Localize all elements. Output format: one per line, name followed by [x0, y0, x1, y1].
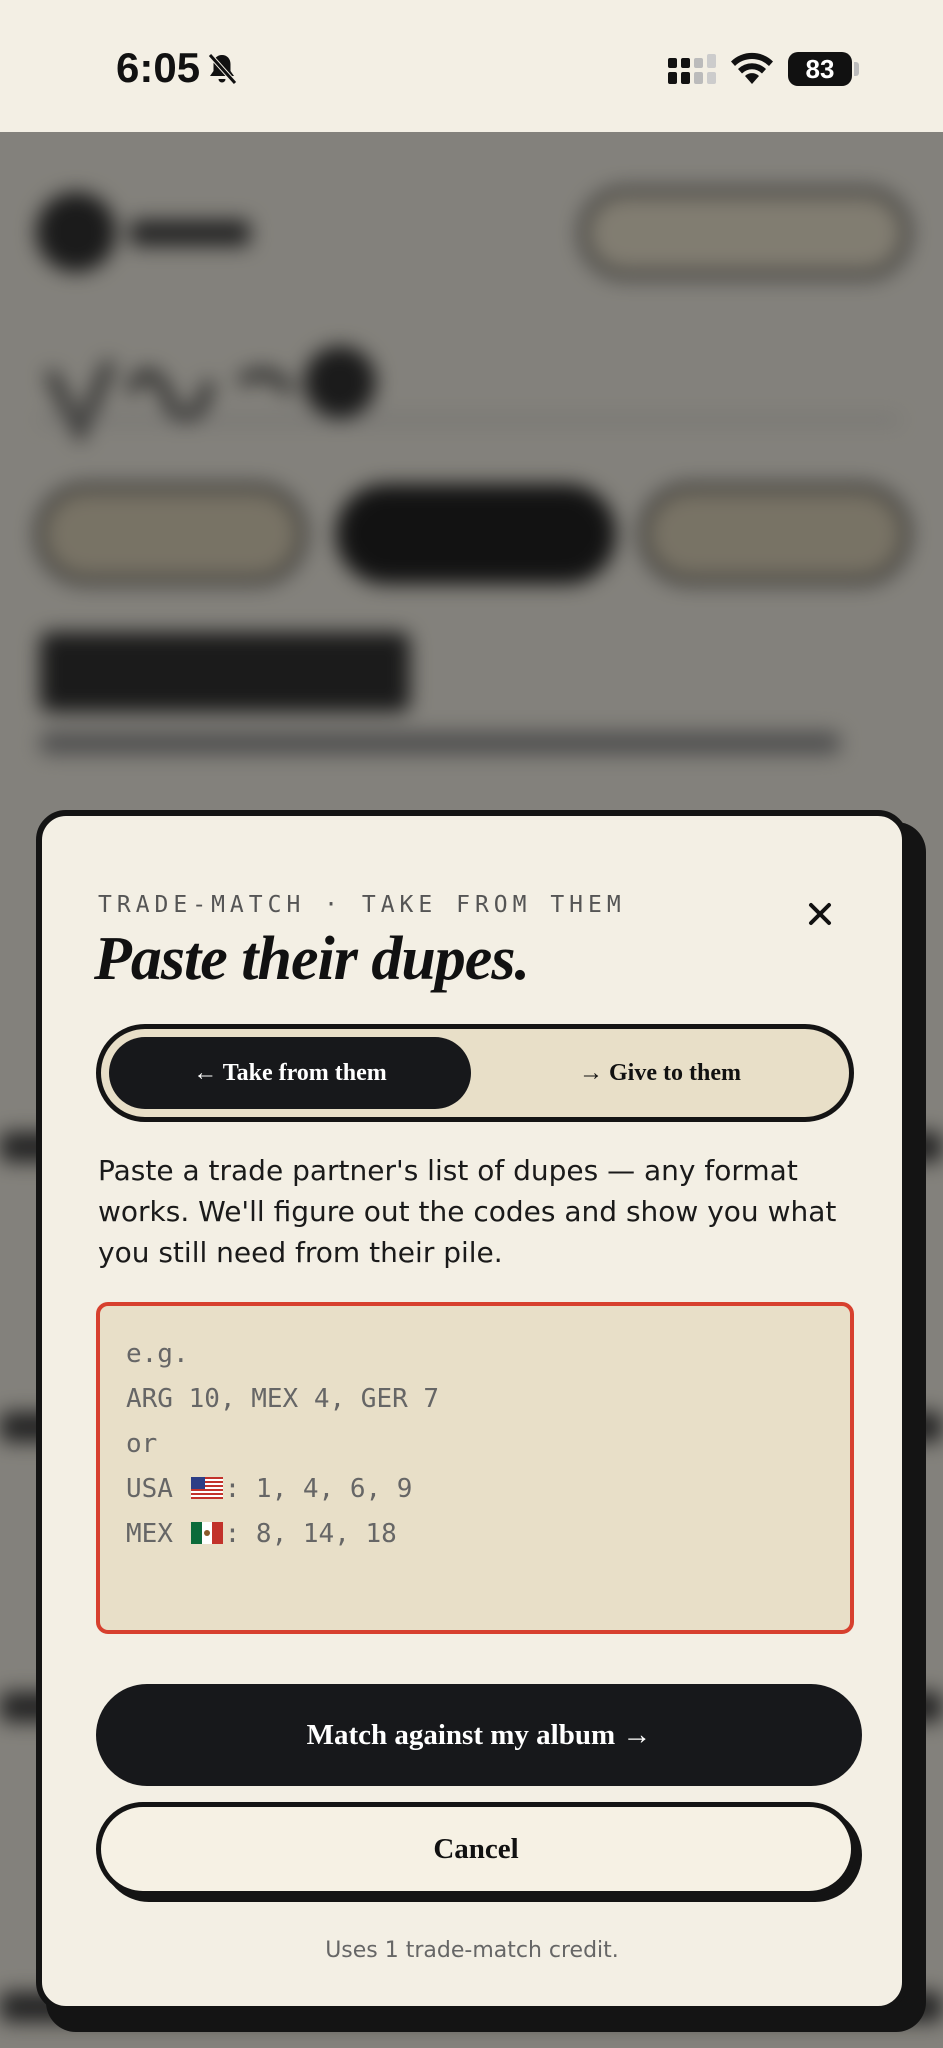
bell-slash-icon	[206, 52, 238, 91]
modal-description: Paste a trade partner's list of dupes — …	[98, 1154, 837, 1269]
placeholder-line: USA : 1, 4, 6, 9	[126, 1467, 824, 1512]
credit-footnote: Uses 1 trade-match credit.	[325, 1938, 619, 1963]
placeholder-code: MEX	[126, 1519, 173, 1549]
placeholder-line: or	[126, 1429, 158, 1459]
direction-toggle: ← Take from them → Give to them	[96, 1024, 854, 1122]
us-flag-icon	[190, 1477, 223, 1499]
close-icon	[809, 903, 831, 925]
mexico-flag-icon	[190, 1522, 223, 1544]
close-button[interactable]	[798, 892, 842, 936]
match-against-album-button[interactable]: Match against my album →	[96, 1684, 862, 1786]
placeholder-line: e.g.	[126, 1339, 189, 1369]
status-time: 6:05	[116, 44, 201, 91]
trade-match-modal: TRADE-MATCH · TAKE FROM THEM Paste their…	[36, 810, 908, 2012]
placeholder-numbers: : 1, 4, 6, 9	[224, 1474, 413, 1504]
battery-icon: 83	[788, 52, 852, 86]
modal-eyebrow: TRADE-MATCH · TAKE FROM THEM	[98, 892, 626, 918]
status-bar: 6:05 83	[0, 0, 943, 132]
modal-title: Paste their dupes.	[94, 925, 530, 993]
placeholder-line: ARG 10, MEX 4, GER 7	[126, 1384, 440, 1414]
cancel-button[interactable]: Cancel	[96, 1802, 856, 1896]
placeholder-numbers: : 8, 14, 18	[224, 1519, 397, 1549]
tab-give-to-them[interactable]: → Give to them	[477, 1037, 843, 1109]
battery-tip	[854, 62, 859, 76]
cellular-signal-icon	[668, 54, 716, 91]
placeholder-code: USA	[126, 1474, 173, 1504]
tab-take-from-them[interactable]: ← Take from them	[109, 1037, 471, 1109]
wifi-icon	[730, 50, 774, 91]
cancel-button-wrapper: Cancel	[96, 1802, 862, 1904]
dupes-textarea[interactable]: e.g. ARG 10, MEX 4, GER 7 or USA : 1, 4,…	[96, 1302, 854, 1634]
placeholder-line: MEX : 8, 14, 18	[126, 1512, 824, 1557]
